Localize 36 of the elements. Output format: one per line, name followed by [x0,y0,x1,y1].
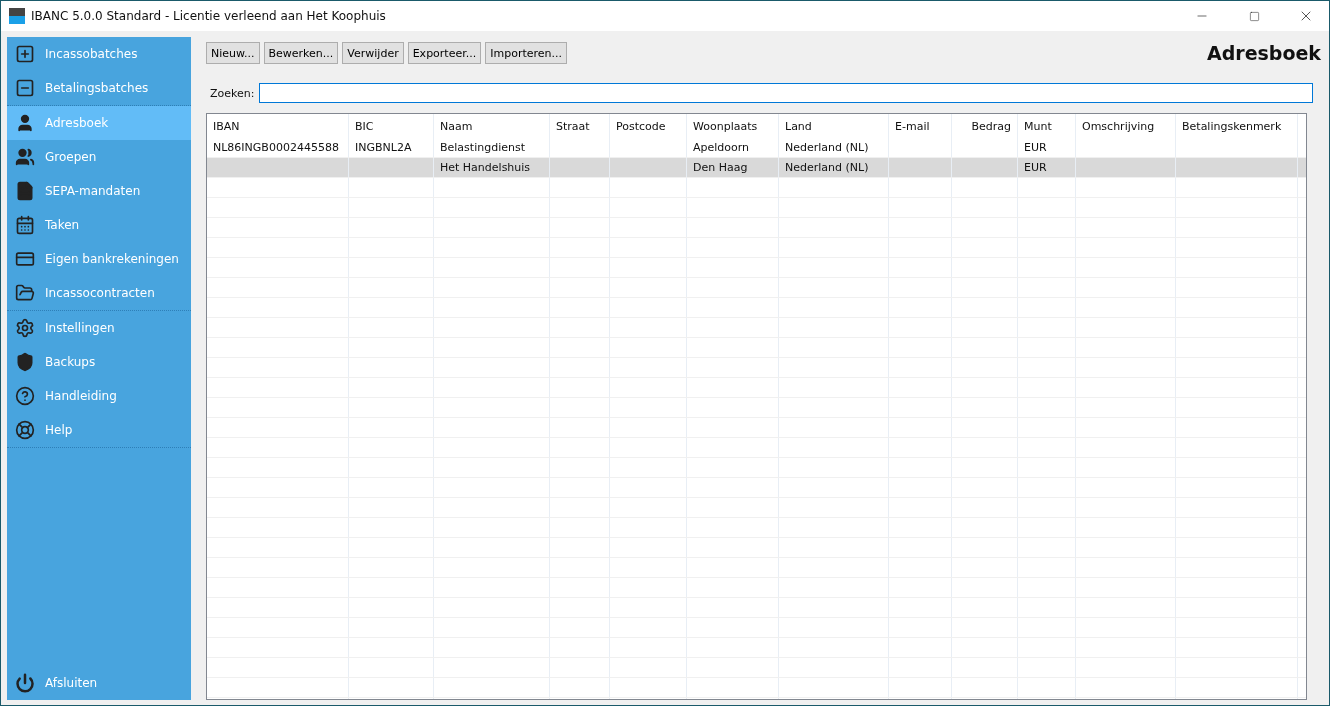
calendar-icon [15,215,35,235]
table-cell: Belastingdienst [440,141,525,154]
people-icon [15,147,35,167]
plus-square-icon [15,44,35,64]
card-icon [15,249,35,269]
power-icon [15,673,35,693]
person-icon [15,113,35,133]
table-cell: Nederland (NL) [785,141,869,154]
search-field[interactable] [259,83,1313,103]
toolbar-button[interactable]: Exporteer... [407,42,482,64]
app-icon [9,8,25,24]
table-cell: Apeldoorn [693,141,750,154]
toolbar-button[interactable]: Bewerken... [263,42,339,64]
shield-icon [15,352,35,372]
table-cell: Nederland (NL) [785,161,869,174]
table-cell: Het Handelshuis [440,161,531,174]
toolbar-button[interactable]: Nieuw... [206,42,260,64]
toolbar-button[interactable]: Importeren... [485,42,567,64]
table-cell: NL86INGB0002445588 [213,141,339,154]
toolbar-button[interactable]: Verwijder [342,42,404,64]
table-row[interactable]: NL86INGB0002445588 INGBNL2A Belastingdienst Apeldoorn Nederland (NL) EUR [207,138,1306,158]
table-cell: EUR [1024,161,1047,174]
table-cell: EUR [1024,141,1047,154]
gears-icon [15,318,35,338]
search-label: Zoeken: [210,86,255,100]
document-icon [15,181,35,201]
lifebuoy-icon [15,420,35,440]
window-title: IBANC 5.0.0 Standard - Licentie verleend aan Het Koophuis [31,9,387,23]
table-row[interactable]: Het Handelshuis Den Haag Nederland (NL) EUR [207,158,1306,178]
minus-square-icon [15,78,35,98]
table-cell: Den Haag [693,161,748,174]
folder-icon [15,283,35,303]
help-icon [15,386,35,406]
table-cell: INGBNL2A [355,141,412,154]
maximize-icon [1248,10,1260,22]
page-title: Adresboek [1206,42,1321,64]
